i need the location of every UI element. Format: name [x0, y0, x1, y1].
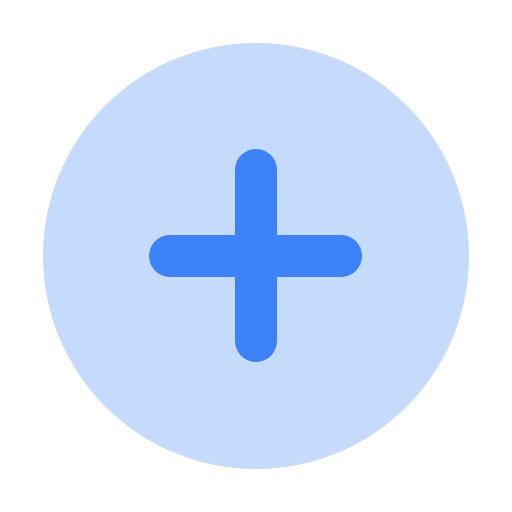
page-canvas: [0, 0, 512, 512]
plus-icon: [43, 43, 469, 469]
add-button[interactable]: [43, 43, 469, 469]
